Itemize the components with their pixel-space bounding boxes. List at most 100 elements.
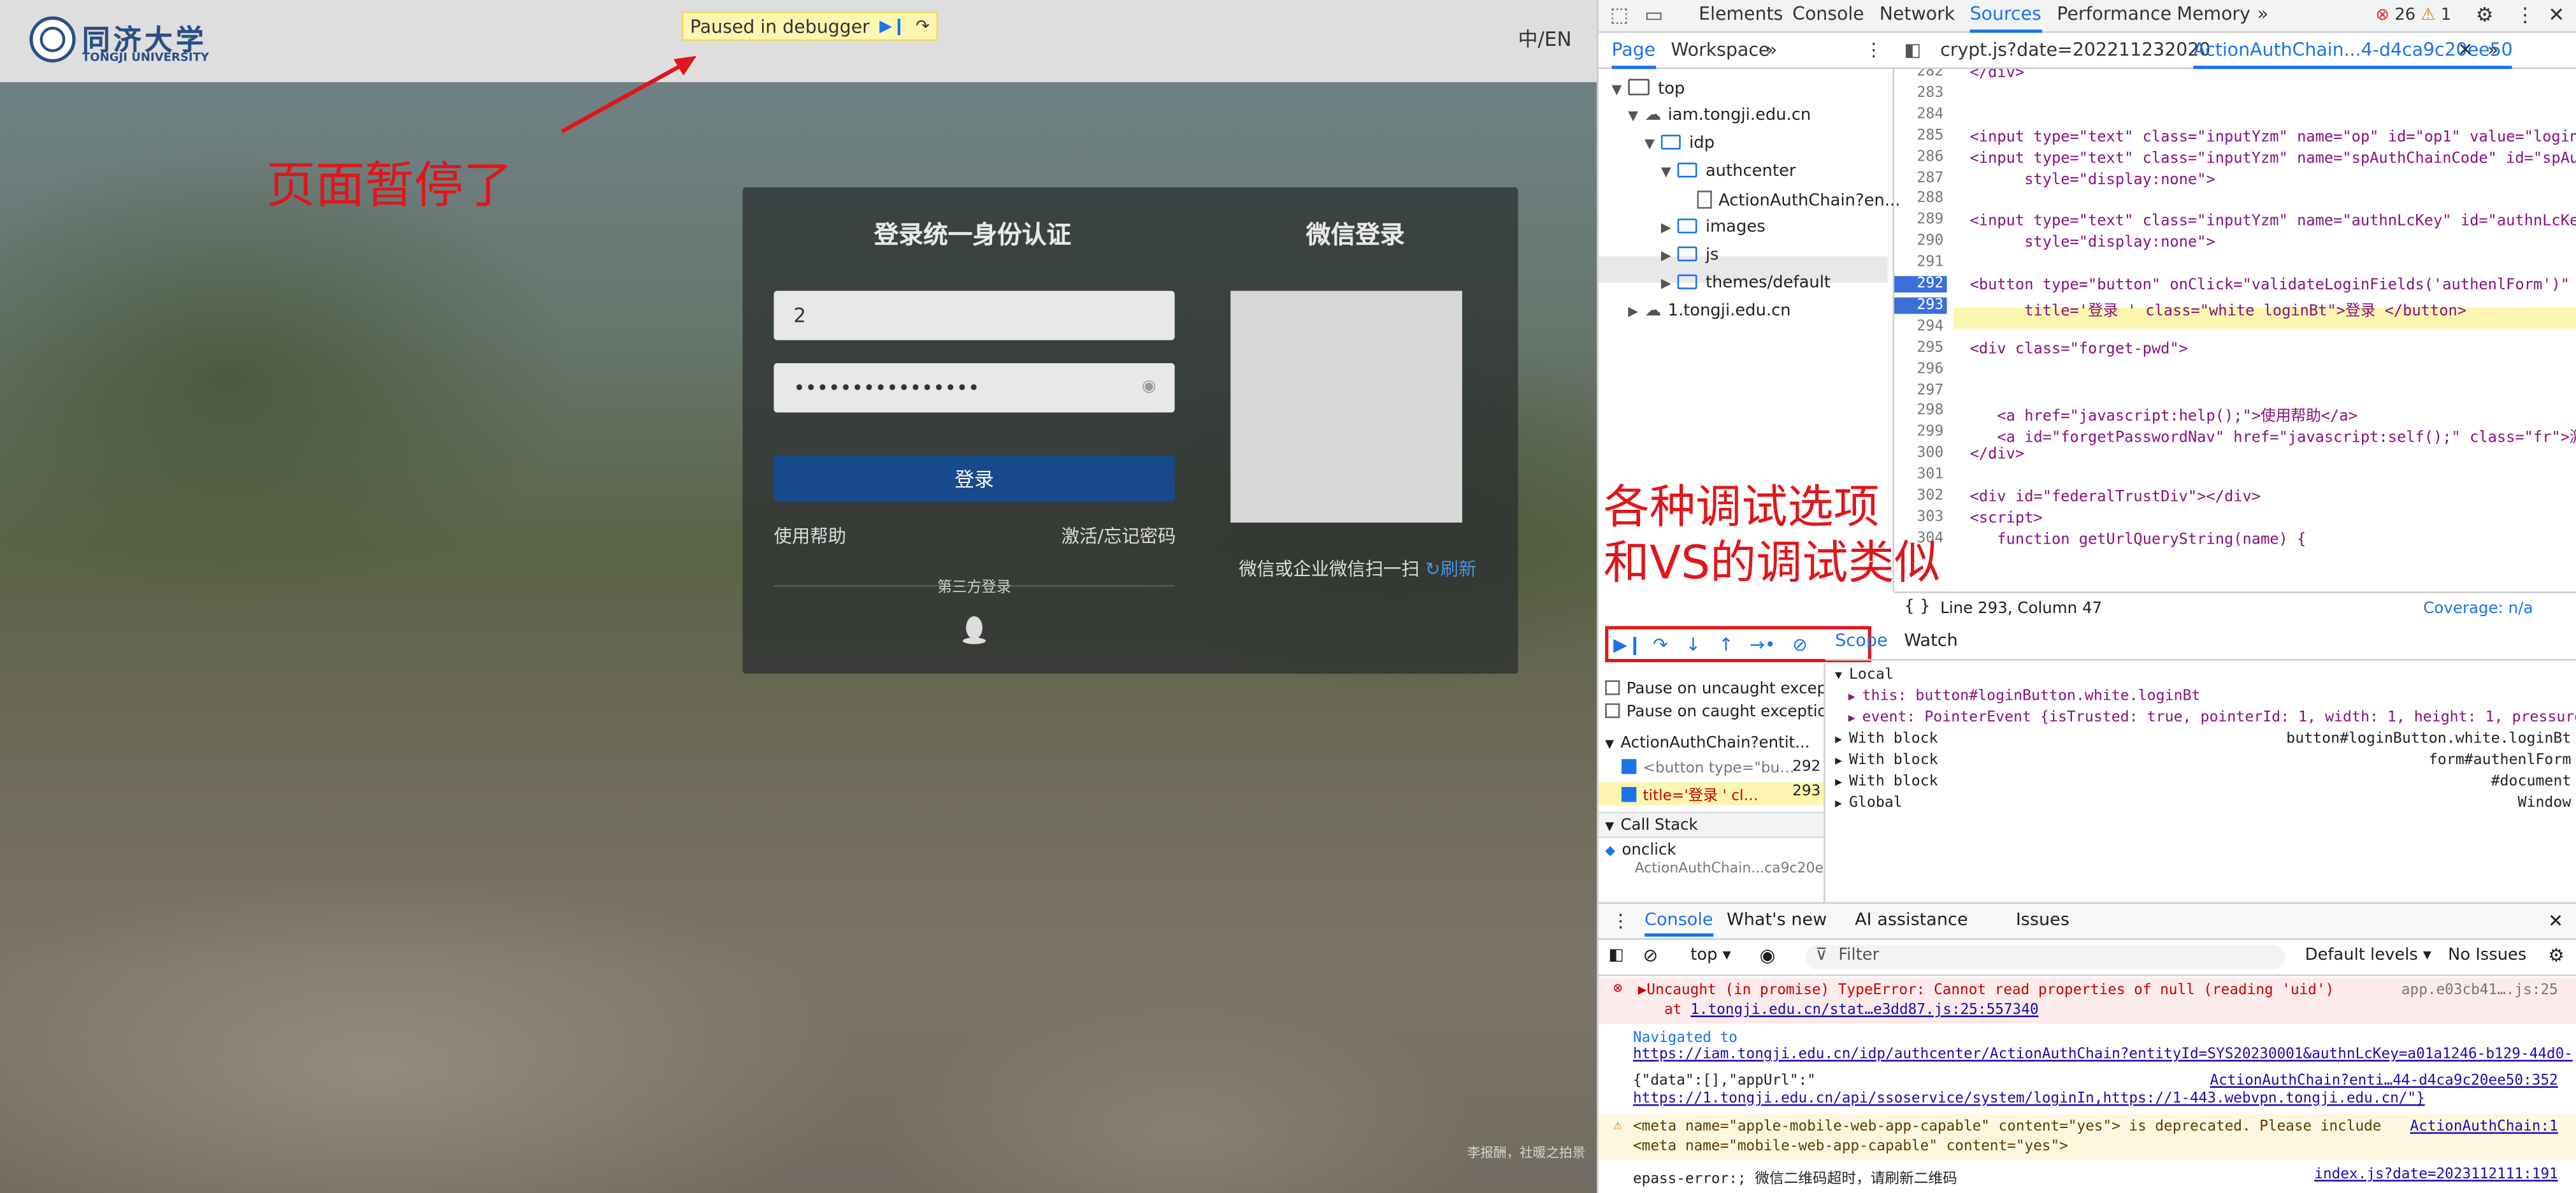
drawer-tab-console[interactable]: Console — [1644, 910, 1713, 937]
close-tab-icon[interactable]: ✕ — [2457, 36, 2473, 69]
scope-with-2[interactable]: ▶ With block form#authenlForm — [1835, 753, 2571, 769]
tree-top[interactable]: ▼ top — [1612, 78, 1685, 99]
line-number[interactable]: 282 — [1894, 69, 1943, 80]
coverage-status[interactable]: Coverage: n/a — [2423, 600, 2533, 618]
context-selector[interactable]: top ▾ — [1690, 946, 1731, 964]
warning-source[interactable]: ActionAuthChain:1 — [2410, 1119, 2558, 1136]
line-number[interactable]: 289 — [1894, 212, 1943, 229]
login-button[interactable]: 登录 — [774, 455, 1175, 502]
tab-network[interactable]: Network — [1880, 0, 1955, 33]
editor-tab-crypt[interactable]: crypt.js?date=202211232020 — [1940, 36, 2210, 69]
inspect-icon[interactable]: ⬚ — [1610, 0, 1629, 33]
drawer-tab-ai-assistance[interactable]: AI assistance — [1855, 910, 1968, 930]
tab-memory[interactable]: Memory — [2177, 0, 2250, 33]
more-tabs[interactable]: » — [2257, 0, 2268, 33]
clear-console-icon[interactable]: ⊘ — [1643, 945, 1659, 967]
step-into-icon[interactable]: ↓ — [1686, 634, 1701, 656]
tree-images[interactable]: ▶ images — [1661, 218, 1766, 236]
username-input[interactable] — [774, 291, 1175, 340]
line-number[interactable]: 297 — [1894, 382, 1943, 399]
qq-penguin-icon[interactable] — [961, 614, 987, 644]
refresh-link[interactable]: 刷新 — [1441, 559, 1477, 581]
step-icon[interactable]: →• — [1750, 634, 1776, 656]
sidebar-toggle-icon[interactable]: ◧ — [1608, 946, 1623, 964]
scope-event[interactable]: ▶ event: PointerEvent {isTrusted: true, … — [1848, 710, 2576, 727]
line-number[interactable]: 300 — [1894, 445, 1943, 462]
pretty-print-icon[interactable]: { } — [1904, 598, 1930, 616]
more-source-tabs[interactable]: » — [1766, 36, 1777, 69]
checkbox[interactable] — [1621, 787, 1637, 802]
kebab-menu-icon[interactable]: ⋮ — [2515, 0, 2535, 33]
tree-js[interactable]: ▶ js — [1661, 246, 1719, 264]
tree-themes[interactable]: ▶ themes/default — [1661, 274, 1831, 293]
scope-this[interactable]: ▶ this: button#loginButton.white.loginBt — [1848, 688, 2201, 705]
tree-domain2[interactable]: ▶ ☁ 1.tongji.edu.cn — [1628, 302, 1790, 320]
tab-scope[interactable]: Scope — [1835, 631, 1888, 651]
navigator-menu-icon[interactable]: ⋮ — [1865, 36, 1883, 69]
pause-uncaught-row[interactable]: Pause on uncaught exceptions — [1605, 680, 1824, 698]
device-toolbar-icon[interactable]: ▭ — [1644, 0, 1663, 33]
scope-local[interactable]: ▼ Local — [1835, 667, 1894, 684]
scope-with-3[interactable]: ▶ With block #document — [1835, 774, 2571, 790]
tree-file[interactable]: ActionAuthChain?en... — [1697, 191, 1900, 210]
checkbox[interactable] — [1605, 703, 1620, 718]
line-number[interactable]: 288 — [1894, 191, 1943, 208]
log-levels-dropdown[interactable]: Default levels ▾ — [2305, 946, 2431, 964]
error-warning-counter[interactable]: ⊗ 26 ⚠ 1 — [2376, 6, 2452, 24]
filter-input[interactable]: ⊽ Filter — [1805, 944, 2285, 970]
scope-global[interactable]: ▶ Global Window — [1835, 795, 2571, 812]
line-number[interactable]: 293 — [1894, 297, 1947, 314]
issues-counter[interactable]: No Issues — [2448, 946, 2526, 964]
scope-with-1[interactable]: ▶ With block button#loginButton.white.log… — [1835, 731, 2571, 748]
log-url[interactable]: https://1.tongji.edu.cn/api/ssoservice/s… — [1633, 1091, 2425, 1108]
line-number[interactable]: 284 — [1894, 106, 1943, 123]
line-number[interactable]: 296 — [1894, 361, 1943, 377]
breakpoint-file-row[interactable]: ▼ ActionAuthChain?entit... — [1605, 735, 1810, 753]
tree-authcenter[interactable]: ▼ authcenter — [1661, 163, 1795, 181]
console-settings-gear-icon[interactable]: ⚙ — [2548, 945, 2564, 967]
drawer-menu-icon[interactable]: ⋮ — [1612, 910, 1630, 932]
tab-performance[interactable]: Performance — [2057, 0, 2171, 33]
line-number[interactable]: 287 — [1894, 170, 1943, 187]
line-number[interactable]: 295 — [1894, 340, 1943, 356]
pause-caught-row[interactable]: Pause on caught exceptions — [1605, 703, 1824, 721]
tab-sources[interactable]: Sources — [1969, 0, 2041, 33]
toggle-navigator-icon[interactable]: ◧ — [1904, 36, 1921, 69]
line-number[interactable]: 294 — [1894, 319, 1943, 335]
log-source[interactable]: index.js?date=2023112111:191 — [2314, 1167, 2558, 1183]
close-drawer-icon[interactable]: ✕ — [2548, 910, 2563, 932]
checkbox[interactable] — [1605, 680, 1620, 695]
line-number[interactable]: 292 — [1894, 276, 1947, 293]
frame-location[interactable]: ActionAuthChain...ca9c20ee5 — [1635, 861, 1824, 878]
error-stack-link[interactable]: 1.tongji.edu.cn/stat…e3dd87.js:25:557340 — [1690, 1002, 2038, 1019]
line-number[interactable]: 290 — [1894, 234, 1943, 250]
tree-domain[interactable]: ▼ ☁ iam.tongji.edu.cn — [1628, 107, 1811, 125]
tab-elements[interactable]: Elements — [1699, 0, 1783, 33]
tab-console[interactable]: Console — [1792, 0, 1864, 33]
error-source[interactable]: app.e03cb41….js:25 — [2401, 983, 2558, 999]
refresh-icon[interactable]: ↻ — [1425, 559, 1441, 581]
deactivate-breakpoints-icon[interactable]: ⊘ — [1792, 634, 1808, 656]
call-stack-header[interactable]: ▼ Call Stack — [1598, 811, 1824, 839]
call-frame[interactable]: ◆ onclick — [1605, 841, 1676, 859]
line-number[interactable]: 285 — [1894, 127, 1943, 144]
breakpoint-292[interactable]: <button type="bu… 292 — [1621, 759, 1824, 777]
step-over-icon[interactable]: ↷ — [1653, 634, 1668, 656]
tab-workspace[interactable]: Workspace — [1671, 36, 1769, 69]
navigated-url[interactable]: https://iam.tongji.edu.cn/idp/authcenter… — [1633, 1047, 2573, 1064]
more-editor-tabs[interactable]: » — [2487, 36, 2498, 69]
settings-gear-icon[interactable]: ⚙ — [2476, 0, 2494, 33]
line-number[interactable]: 291 — [1894, 255, 1943, 271]
help-link[interactable]: 使用帮助 — [774, 523, 845, 549]
step-out-icon[interactable]: ↑ — [1718, 634, 1734, 656]
line-number[interactable]: 286 — [1894, 149, 1943, 166]
drawer-tab-whats-new[interactable]: What's new — [1727, 910, 1827, 930]
drawer-tab-issues[interactable]: Issues — [2016, 910, 2069, 930]
code-editor[interactable]: 282 </div> 283 284 285 <input type="text" cla… — [1894, 69, 2576, 591]
forgot-password-link[interactable]: 激活/忘记密码 — [1061, 523, 1176, 549]
log-source[interactable]: ActionAuthChain?enti…44-d4ca9c20ee50:352 — [2210, 1073, 2558, 1090]
live-expression-eye-icon[interactable]: ◉ — [1760, 945, 1776, 967]
breakpoint-293[interactable]: title='登录 ' cl… 293 — [1621, 784, 1824, 805]
eye-icon[interactable]: ◉ — [1142, 378, 1156, 396]
resume-icon[interactable]: ▶❙ — [1613, 634, 1643, 656]
